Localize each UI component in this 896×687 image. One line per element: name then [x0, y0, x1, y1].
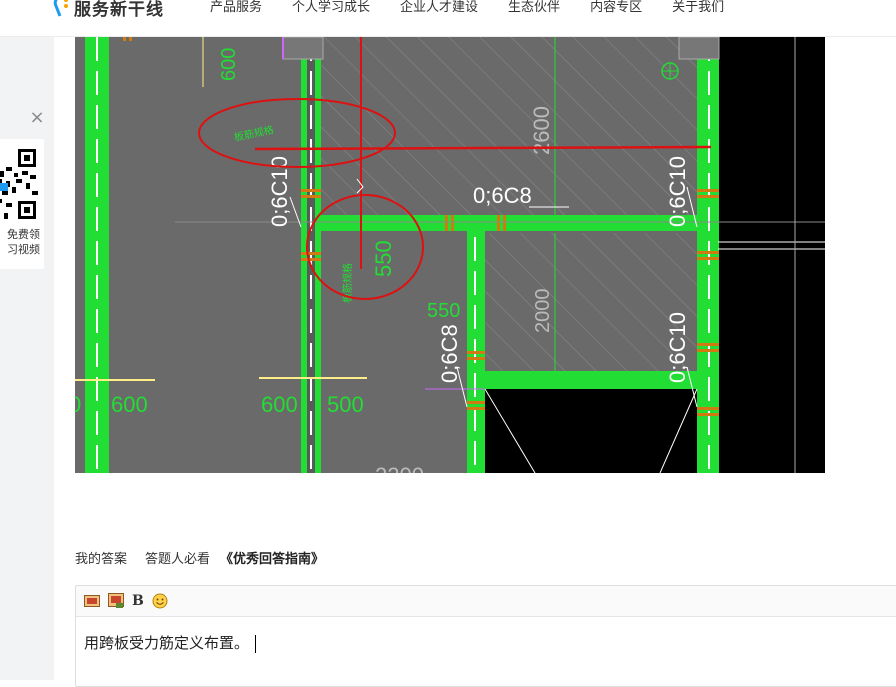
editor-text: 用跨板受力筋定义布置。 — [84, 634, 250, 652]
editor-content[interactable]: 用跨板受力筋定义布置。 — [84, 632, 257, 653]
cad-label-600-b: 600 — [261, 392, 298, 417]
top-nav: 服务新干线 产品服务 个人学习成长 企业人才建设 生态伙伴 内容专区 关于我们 — [0, 0, 896, 37]
logo-mark-icon — [52, 0, 70, 20]
qr-caption-2: 习视频 — [7, 243, 40, 256]
logo[interactable]: 服务新干线 — [52, 0, 164, 22]
cad-label-rebar-mid: 0;6C8 — [473, 183, 532, 208]
tab-must-read[interactable]: 答题人必看 — [145, 548, 210, 567]
cad-label-600-a: 600 — [111, 392, 148, 417]
nav-item-about[interactable]: 关于我们 — [672, 0, 724, 16]
qr-code-icon — [0, 147, 42, 223]
qr-caption-1: 免费领 — [7, 228, 40, 241]
cad-label-2200: 2200 — [375, 463, 424, 473]
answer-guide-link[interactable]: 《优秀回答指南》 — [220, 548, 324, 567]
nav-item-content[interactable]: 内容专区 — [590, 0, 642, 16]
left-rail: × 免费领 习视频 — [0, 37, 54, 680]
qr-card[interactable]: 免费领 习视频 — [0, 139, 44, 269]
close-icon[interactable]: × — [28, 109, 46, 127]
answer-editor[interactable]: B 用跨板受力筋定义布置。 — [75, 585, 896, 687]
cad-label-550-circle: 550 — [371, 240, 396, 277]
bold-button[interactable]: B — [132, 592, 144, 610]
text-caret — [255, 634, 257, 653]
cad-label-600-top: 600 — [218, 48, 240, 81]
tab-my-answer[interactable]: 我的答案 — [75, 548, 127, 567]
nav-menu: 产品服务 个人学习成长 企业人才建设 生态伙伴 内容专区 关于我们 — [210, 0, 754, 16]
cad-label-550-small: 550 — [427, 300, 460, 322]
editor-toolbar: B — [76, 586, 896, 617]
image-icon[interactable] — [84, 592, 100, 610]
nav-item-products[interactable]: 产品服务 — [210, 0, 262, 16]
cad-label-2000: 2000 — [532, 289, 554, 334]
cad-label-rebar-right-top: 0;6C10 — [665, 156, 690, 227]
nav-item-personal-growth[interactable]: 个人学习成长 — [292, 0, 370, 16]
image-upload-icon[interactable] — [108, 592, 124, 610]
emoji-icon[interactable] — [152, 592, 168, 610]
logo-text: 服务新干线 — [74, 0, 164, 20]
cad-label-rebar-right-bottom: 0;6C10 — [665, 312, 690, 383]
cad-drawing-image: 600 2600 0;6C10 0;6C8 0;6C10 550 550 200… — [75, 37, 825, 473]
cad-label-0: 0 — [75, 392, 81, 417]
cad-label-500: 500 — [327, 392, 364, 417]
cad-label-rebar-lower: 0;6C8 — [437, 324, 462, 383]
answer-tabs: 我的答案 答题人必看 《优秀回答指南》 — [75, 548, 342, 567]
nav-item-enterprise-talent[interactable]: 企业人才建设 — [400, 0, 478, 16]
nav-item-partners[interactable]: 生态伙伴 — [508, 0, 560, 16]
